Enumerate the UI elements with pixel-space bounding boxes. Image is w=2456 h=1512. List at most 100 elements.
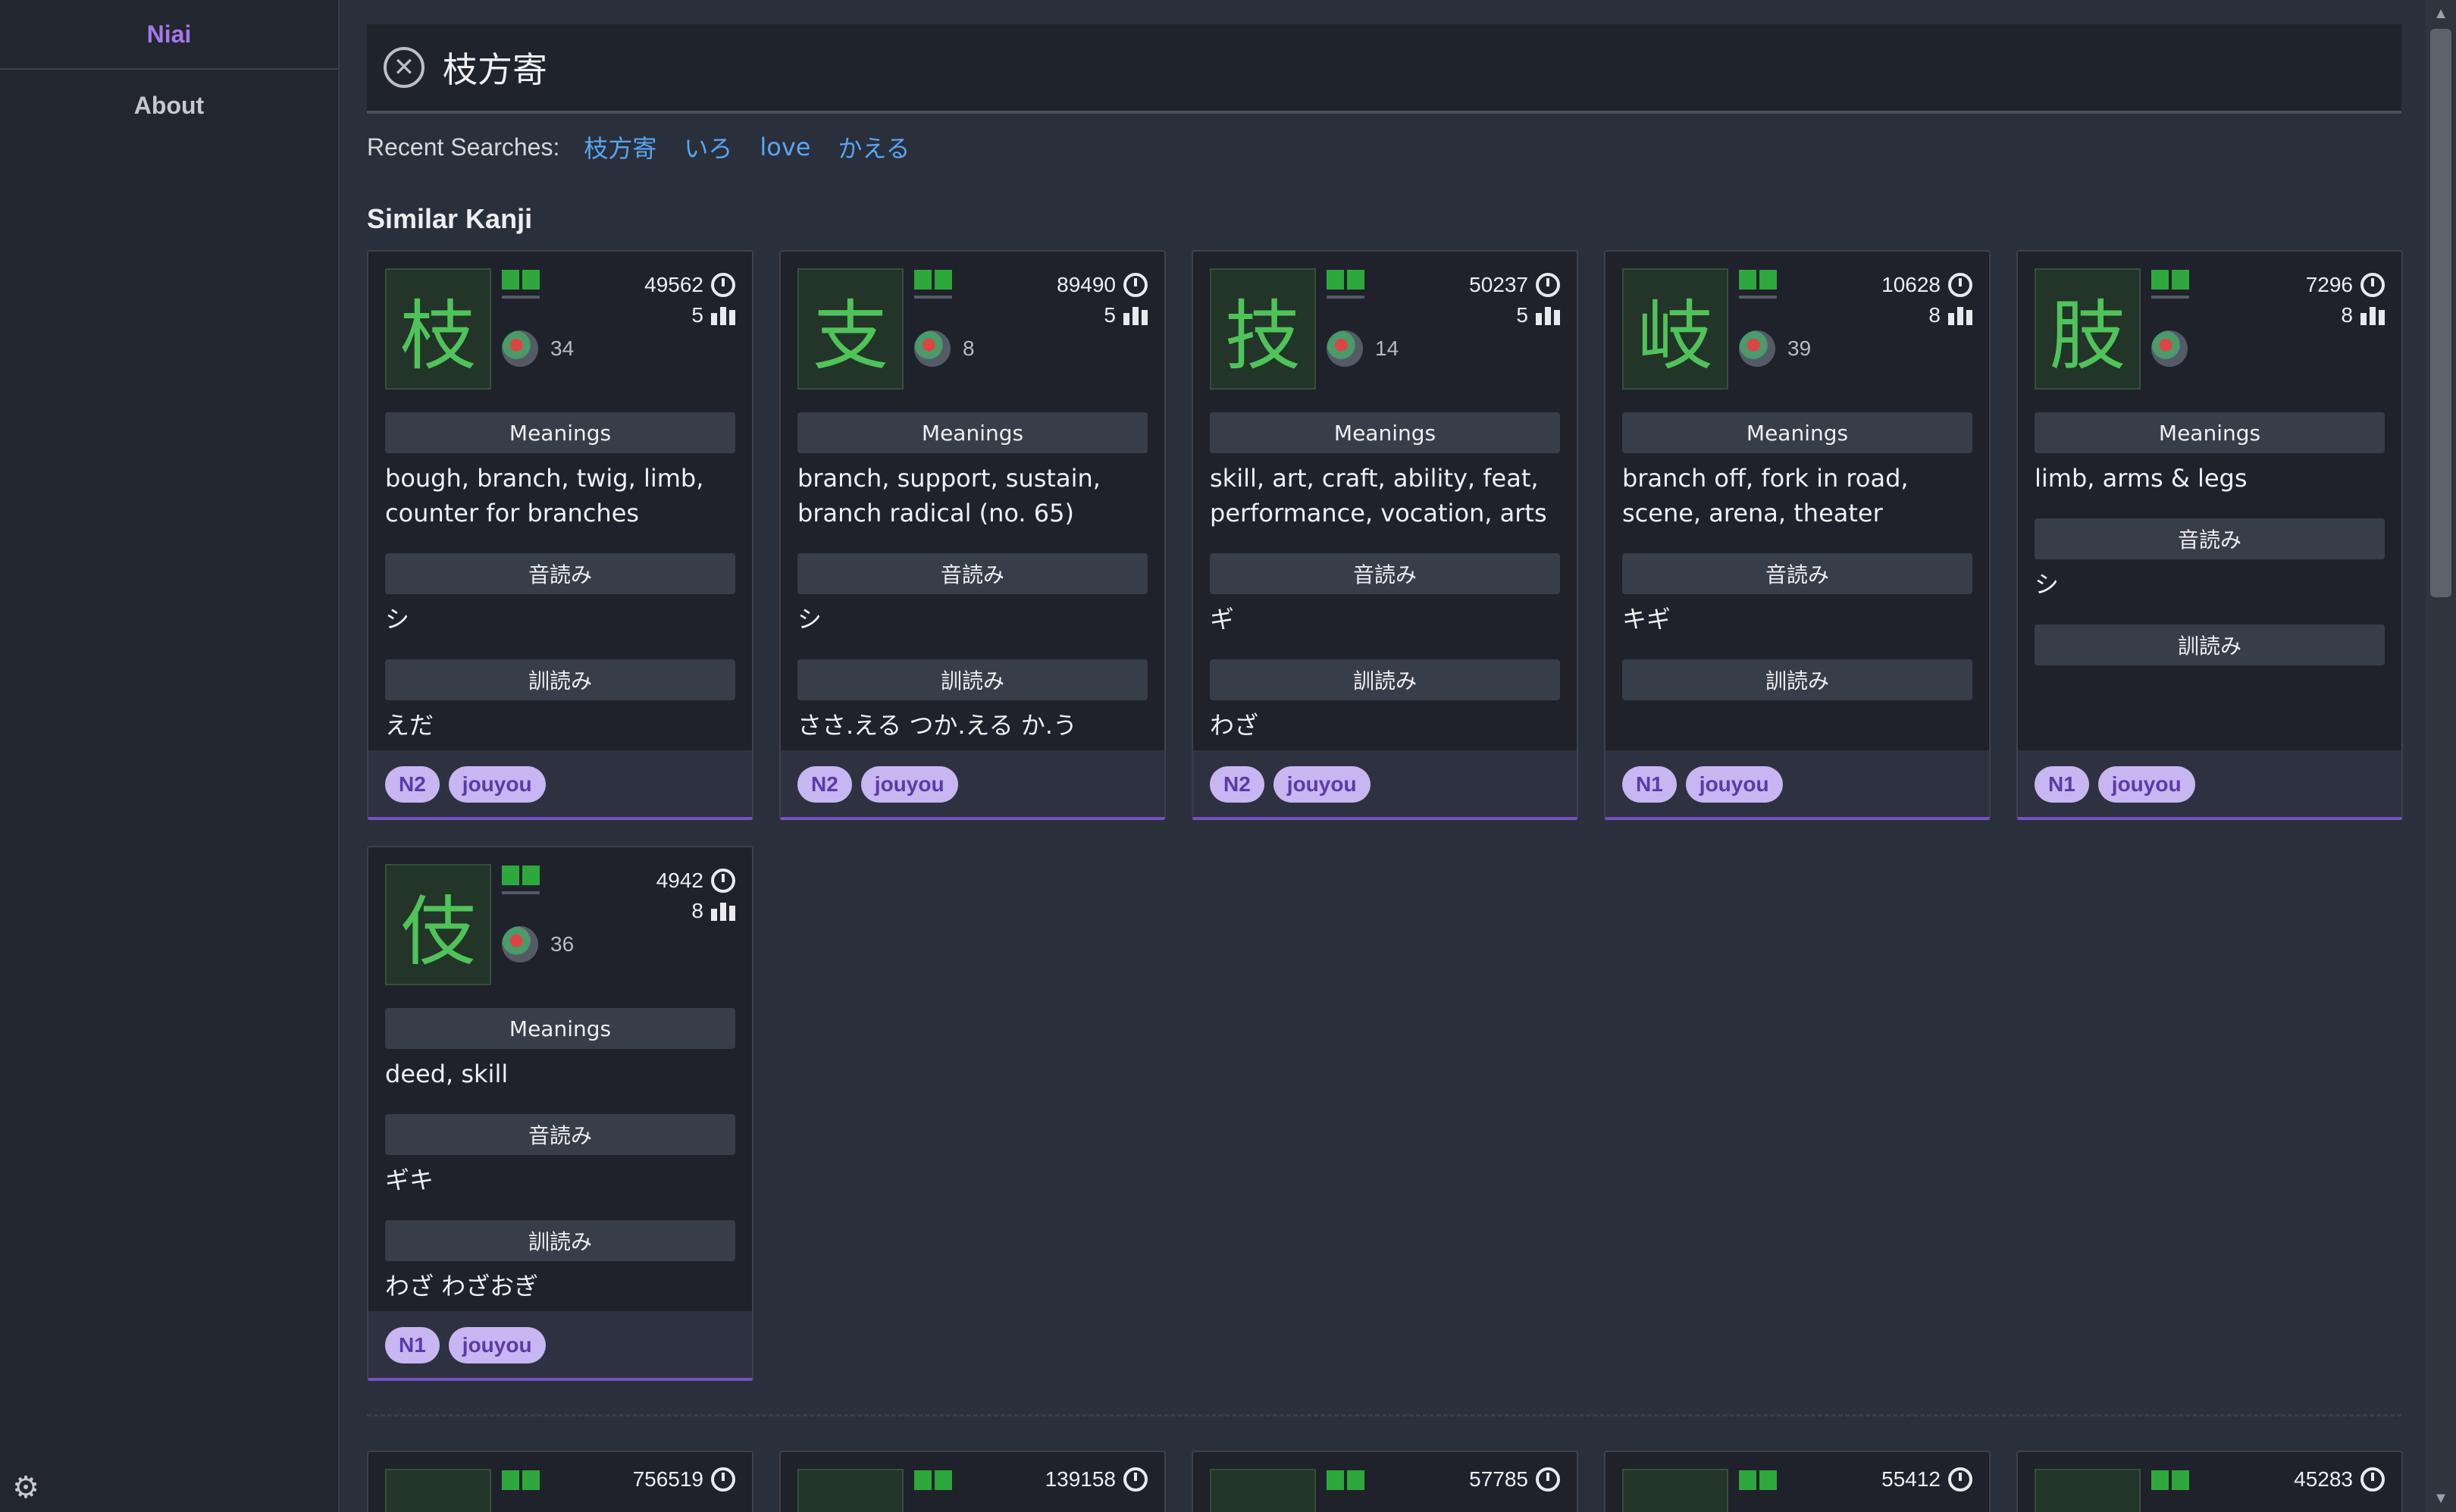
book-icon[interactable] xyxy=(914,270,952,299)
kunyomi-label: 訓読み xyxy=(1622,659,1972,700)
search-input[interactable] xyxy=(443,47,2262,88)
kanji-card[interactable]: 45283 xyxy=(2016,1451,2403,1512)
kanji-character[interactable] xyxy=(1210,1469,1316,1512)
strokes-icon xyxy=(711,901,735,921)
clock-icon xyxy=(1948,273,1972,297)
card-footer: N2 jouyou xyxy=(1193,750,1577,817)
jlpt-badge: N1 xyxy=(385,1327,440,1363)
grade-badge: jouyou xyxy=(860,766,958,803)
close-circle-icon[interactable]: ✕ xyxy=(384,47,424,88)
card-footer: N2 jouyou xyxy=(781,750,1164,817)
jlpt-badge: N1 xyxy=(1622,766,1677,803)
wanikani-level-value: 36 xyxy=(550,932,575,956)
kunyomi-label: 訓読み xyxy=(385,1220,735,1261)
meanings-label: Meanings xyxy=(1622,412,1972,453)
meanings-text: skill, art, craft, ability, feat, perfor… xyxy=(1210,464,1547,527)
book-icon[interactable] xyxy=(502,270,540,299)
wanikani-level-value: 39 xyxy=(1787,337,1812,360)
strokes-icon xyxy=(1123,305,1148,325)
kanji-character[interactable] xyxy=(1622,1469,1728,1512)
scrollbar-thumb[interactable] xyxy=(2430,29,2451,597)
kunyomi-text: ささ.える つか.える か.う xyxy=(797,711,1077,740)
kanji-card[interactable]: 139158 xyxy=(779,1451,1166,1512)
clock-icon xyxy=(2360,1467,2385,1492)
book-icon[interactable] xyxy=(1739,1470,1777,1490)
kunyomi-label: 訓読み xyxy=(385,659,735,700)
kanji-character[interactable]: 肢 xyxy=(2035,268,2141,390)
gear-icon[interactable]: ⚙ xyxy=(11,1473,41,1503)
wanikani-level-value: 34 xyxy=(550,337,575,360)
kunyomi-text xyxy=(1622,700,1972,743)
stroke-count: 5 xyxy=(1516,303,1528,327)
kunyomi-text: えだ xyxy=(385,711,434,740)
clock-icon xyxy=(711,273,735,297)
book-icon[interactable] xyxy=(914,1470,952,1490)
kanji-card[interactable]: 支 89490 5 8 Meanings branch, support, su… xyxy=(779,250,1166,820)
kunyomi-text: わざ わざおぎ xyxy=(385,1272,539,1301)
grade-badge: jouyou xyxy=(2097,766,2195,803)
kanji-card[interactable]: 肢 7296 8 Meanings limb, arms & legs 音読み … xyxy=(2016,250,2403,820)
recent-search-link[interactable]: 枝方寄 xyxy=(584,130,656,164)
onyomi-label: 音読み xyxy=(385,1114,735,1155)
scrollbar[interactable]: ▲ ▼ xyxy=(2426,0,2456,1512)
wanikani-icon xyxy=(502,926,538,963)
grade-badge: jouyou xyxy=(1273,766,1371,803)
kanji-character[interactable]: 岐 xyxy=(1622,268,1728,390)
jlpt-badge: N2 xyxy=(385,766,440,803)
kanji-stats: 50237 5 xyxy=(1469,270,1560,330)
card-body: 伎 4942 8 36 Meanings deed, skill 音読み ギキ … xyxy=(368,847,752,1311)
stroke-count: 8 xyxy=(2341,303,2353,327)
kunyomi-label: 訓読み xyxy=(797,659,1148,700)
book-icon[interactable] xyxy=(502,1470,540,1490)
kanji-character[interactable] xyxy=(385,1469,491,1512)
meanings-text: limb, arms & legs xyxy=(2035,464,2248,493)
onyomi-text: シ xyxy=(2035,570,2060,599)
wanikani-level-value: 8 xyxy=(963,337,975,360)
book-icon[interactable] xyxy=(2151,1470,2189,1490)
recent-search-link[interactable]: love xyxy=(760,133,810,161)
grade-badge: jouyou xyxy=(1685,766,1783,803)
kanji-character[interactable]: 伎 xyxy=(385,864,491,985)
recent-search-link[interactable]: いろ xyxy=(684,130,732,164)
kanji-card[interactable]: 伎 4942 8 36 Meanings deed, skill 音読み ギキ … xyxy=(367,846,753,1381)
sidebar-item-about[interactable]: About xyxy=(0,70,338,141)
book-icon[interactable] xyxy=(1327,1470,1364,1490)
card-body: 技 50237 5 14 Meanings skill, art, craft,… xyxy=(1193,252,1577,750)
scroll-down-arrow-icon[interactable]: ▼ xyxy=(2426,1485,2456,1512)
book-icon[interactable] xyxy=(2151,270,2189,299)
clock-icon xyxy=(2360,273,2385,297)
kanji-character[interactable] xyxy=(797,1469,904,1512)
kanji-character[interactable]: 枝 xyxy=(385,268,491,390)
wanikani-level-value: 14 xyxy=(1375,337,1399,360)
brand-link[interactable]: Niai xyxy=(0,0,338,70)
kanji-card[interactable]: 岐 10628 8 39 Meanings branch off, fork i… xyxy=(1604,250,1991,820)
kanji-stats: 57785 xyxy=(1469,1467,1560,1492)
book-icon[interactable] xyxy=(1327,270,1364,299)
kanji-card[interactable]: 756519 xyxy=(367,1451,753,1512)
grade-badge: jouyou xyxy=(448,766,546,803)
onyomi-label: 音読み xyxy=(385,553,735,594)
recent-searches: Recent Searches: 枝方寄 いろ love かえる xyxy=(367,130,938,164)
scroll-up-arrow-icon[interactable]: ▲ xyxy=(2426,0,2456,27)
stroke-count: 8 xyxy=(1928,303,1941,327)
wanikani-level: 36 xyxy=(502,926,574,963)
onyomi-text: シ xyxy=(385,605,410,634)
jlpt-badge: N2 xyxy=(797,766,852,803)
kanji-character[interactable] xyxy=(2035,1469,2141,1512)
meanings-text: deed, skill xyxy=(385,1060,509,1088)
frequency-value: 139158 xyxy=(1045,1467,1116,1491)
recent-search-link[interactable]: かえる xyxy=(838,130,910,164)
book-icon[interactable] xyxy=(1739,270,1777,299)
kanji-card[interactable]: 55412 xyxy=(1604,1451,1991,1512)
kanji-card[interactable]: 57785 xyxy=(1192,1451,1578,1512)
kanji-character[interactable]: 技 xyxy=(1210,268,1316,390)
wanikani-icon xyxy=(1327,330,1363,367)
onyomi-label: 音読み xyxy=(2035,518,2385,559)
card-body: 枝 49562 5 34 Meanings bough, branch, twi… xyxy=(368,252,752,750)
kanji-card[interactable]: 枝 49562 5 34 Meanings bough, branch, twi… xyxy=(367,250,753,820)
kanji-card[interactable]: 技 50237 5 14 Meanings skill, art, craft,… xyxy=(1192,250,1578,820)
frequency-value: 756519 xyxy=(632,1467,703,1491)
kanji-character[interactable]: 支 xyxy=(797,268,904,390)
book-icon[interactable] xyxy=(502,866,540,894)
meanings-label: Meanings xyxy=(385,1008,735,1049)
